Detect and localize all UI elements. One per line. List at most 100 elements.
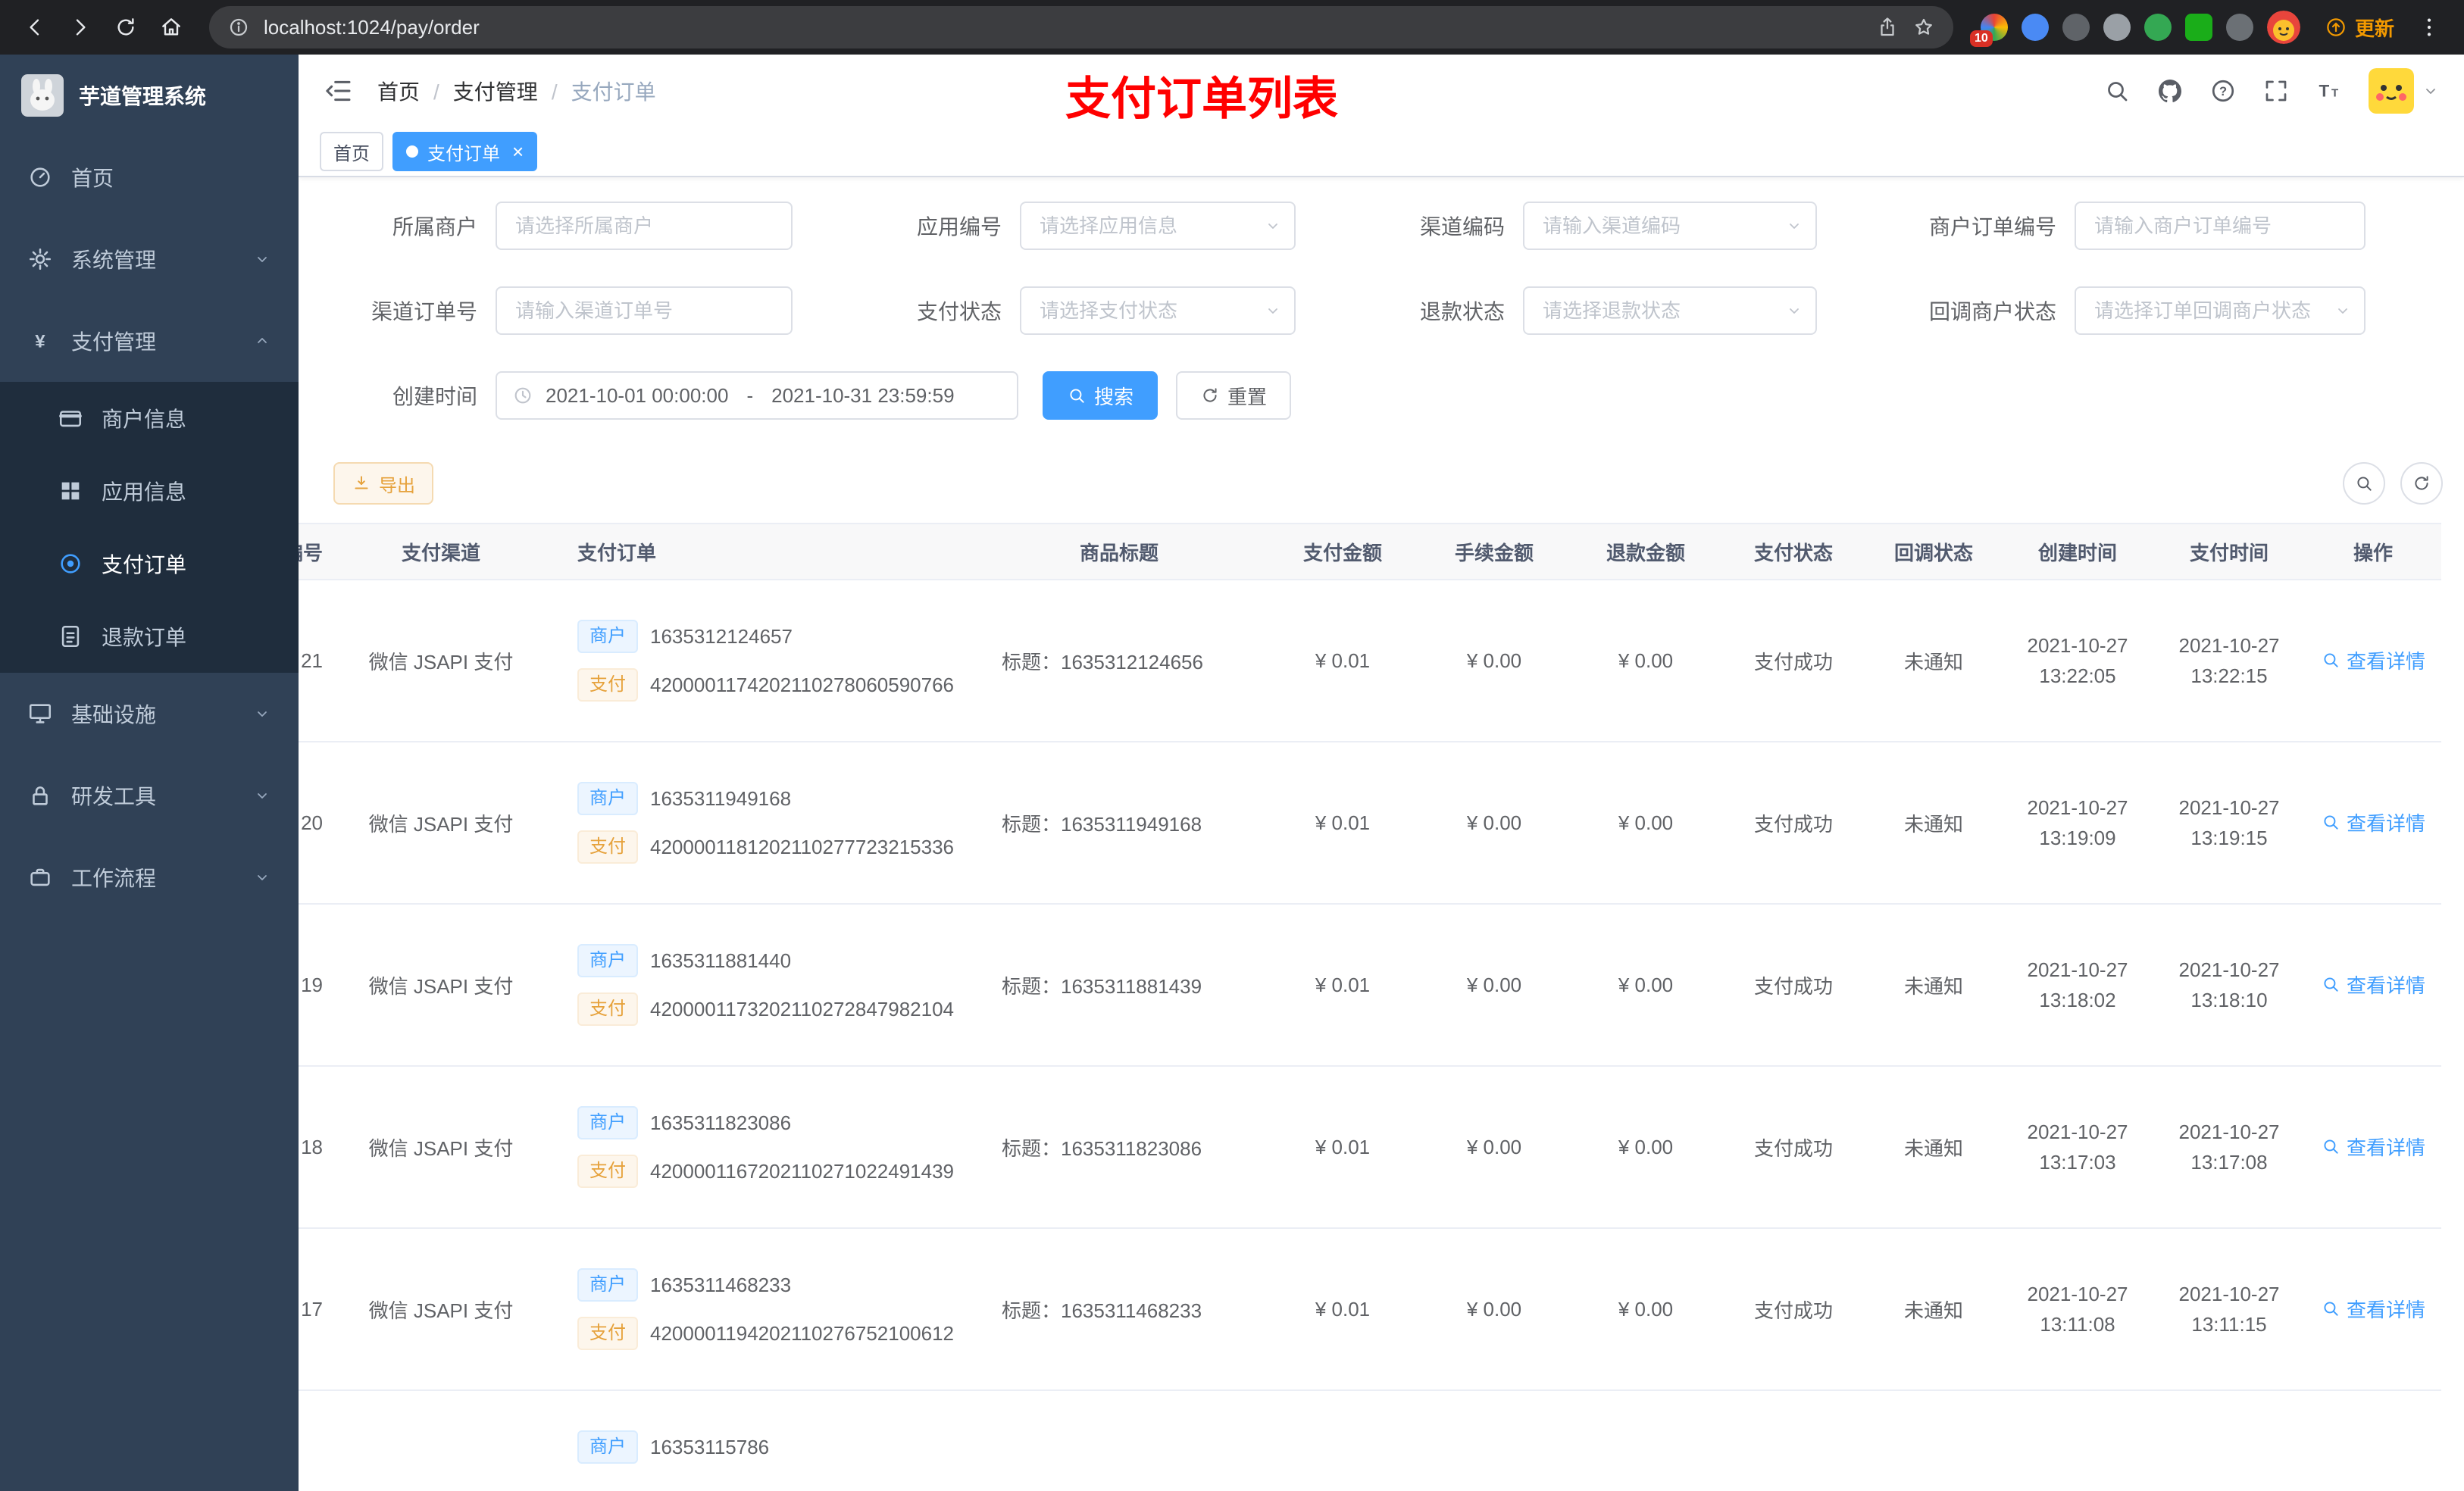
sidebar-item-label: 首页	[71, 167, 114, 190]
cell-refund: ¥ 0.00	[1570, 580, 1721, 742]
cell-id: 21	[299, 580, 350, 742]
pay-order-no: 4200001194202110276752100612	[650, 1321, 955, 1345]
sidebar-subitem-label: 退款订单	[102, 626, 187, 649]
extension-icon[interactable]	[2021, 14, 2049, 41]
refund-status-select[interactable]	[1523, 286, 1817, 335]
extension-icon[interactable]	[2062, 14, 2090, 41]
column-header: 编号	[299, 523, 350, 580]
sidebar-item-label: 系统管理	[71, 248, 157, 272]
chevron-down-icon	[253, 250, 271, 268]
merchant-order-line: 商户 1635311949168	[577, 782, 959, 815]
tab-home[interactable]: 首页	[320, 132, 383, 171]
font-size-icon[interactable]: TT	[2315, 77, 2343, 105]
user-avatar[interactable]	[2369, 68, 2440, 114]
extension-icon[interactable]	[2225, 14, 2253, 41]
view-details-link[interactable]: 查看详情	[2321, 971, 2425, 999]
view-details-link[interactable]: 查看详情	[2321, 808, 2425, 836]
reset-button[interactable]: 重置	[1176, 371, 1292, 420]
profile-avatar[interactable]	[2266, 11, 2300, 44]
search-button[interactable]: 搜索	[1043, 371, 1159, 420]
brief-icon	[27, 864, 53, 890]
browser-menu-icon[interactable]	[2409, 8, 2449, 47]
sidebar-subitem-refund-order[interactable]: 退款订单	[0, 600, 299, 673]
header-actions: ? TT	[2103, 68, 2440, 114]
cell-fee: ¥ 0.00	[1418, 904, 1570, 1067]
view-details-link[interactable]: 查看详情	[2321, 1133, 2425, 1161]
cell-id: 19	[299, 904, 350, 1067]
time-line: 13:17:03	[2039, 1151, 2116, 1174]
cell-amount: ¥ 0.01	[1267, 742, 1418, 905]
sidebar-subitem-app-info[interactable]: 应用信息	[0, 455, 299, 527]
extension-icon[interactable]: 10	[1969, 14, 2008, 47]
sidebar-item-system[interactable]: 系统管理	[0, 218, 299, 300]
channel-code-select[interactable]	[1523, 202, 1817, 250]
sidebar-item-dev-tools[interactable]: 研发工具	[0, 755, 299, 836]
column-header: 支付渠道	[350, 523, 532, 580]
github-icon[interactable]	[2156, 77, 2184, 105]
merchant-input[interactable]	[496, 202, 793, 250]
svg-text:?: ?	[2219, 85, 2227, 98]
cell-pay_time	[2153, 1390, 2305, 1491]
cell-channel: 微信 JSAPI 支付	[350, 1066, 532, 1229]
view-details-link[interactable]: 查看详情	[2321, 1295, 2425, 1323]
date-range-picker[interactable]: 2021-10-01 00:00:00 - 2021-10-31 23:59:5…	[496, 371, 1018, 420]
fullscreen-icon[interactable]	[2262, 77, 2290, 105]
sidebar-item-payment[interactable]: ¥ 支付管理	[0, 300, 299, 382]
cell-action: 查看详情	[2305, 1066, 2441, 1229]
filter-item-merchant: 所属商户	[299, 202, 793, 250]
extension-icon[interactable]	[2184, 14, 2212, 41]
help-icon[interactable]: ?	[2209, 77, 2237, 105]
merchant-order-no-input[interactable]	[2075, 202, 2366, 250]
breadcrumb-item[interactable]: 支付管理	[453, 80, 538, 104]
cell-refund: ¥ 0.00	[1570, 904, 1721, 1067]
cell-order: 商户 1635311823086 支付 42000011672021102710224…	[532, 1066, 971, 1229]
download-icon	[352, 474, 371, 493]
time-line: 2021-10-27	[2178, 958, 2280, 981]
merchant-order-no: 1635312124657	[650, 624, 793, 648]
reload-icon[interactable]	[106, 8, 145, 47]
breadcrumb-item[interactable]: 首页	[377, 80, 420, 104]
sidebar-subitem-merchant-info[interactable]: 商户信息	[0, 382, 299, 455]
date-end: 2021-10-31 23:59:59	[771, 383, 955, 407]
update-icon	[2325, 16, 2347, 39]
tab-close-icon[interactable]: ×	[512, 142, 524, 161]
cell-create_time: 2021-10-27 13:22:05	[2002, 580, 2153, 742]
cell-action: 查看详情	[2305, 1228, 2441, 1391]
forward-icon[interactable]	[61, 8, 100, 47]
sidebar-subitem-pay-order[interactable]: 支付订单	[0, 527, 299, 600]
sidebar-item-workflow[interactable]: 工作流程	[0, 836, 299, 918]
svg-text:T: T	[2319, 82, 2330, 101]
sidebar-item-home[interactable]: 首页	[0, 136, 299, 218]
address-bar[interactable]: localhost:1024/pay/order	[209, 6, 1953, 48]
gear-icon	[27, 246, 53, 272]
view-details-link[interactable]: 查看详情	[2321, 646, 2425, 674]
app-id-select[interactable]	[1020, 202, 1296, 250]
channel-order-no-input[interactable]	[496, 286, 793, 335]
home-icon[interactable]	[152, 8, 191, 47]
cell-amount: ¥ 0.01	[1267, 1228, 1418, 1391]
search-icon[interactable]	[2103, 77, 2131, 105]
logo[interactable]: 芋道管理系统	[0, 55, 299, 136]
callback-status-select[interactable]	[2075, 286, 2366, 335]
share-icon[interactable]	[1876, 16, 1899, 39]
update-button[interactable]: 更新	[2315, 14, 2403, 42]
info-icon[interactable]	[227, 16, 250, 39]
sidebar-item-infrastructure[interactable]: 基础设施	[0, 673, 299, 755]
merchant-order-line: 商户 1635312124657	[577, 620, 959, 653]
cell-notify: 未通知	[1865, 1066, 2002, 1229]
export-button-label: 导出	[379, 475, 415, 496]
extension-icon[interactable]	[2143, 14, 2172, 41]
tags-view-bar: 首页 支付订单 ×	[299, 127, 2464, 177]
refresh-table-button[interactable]	[2400, 462, 2443, 505]
bookmark-icon[interactable]	[1912, 16, 1935, 39]
tab-pay-order[interactable]: 支付订单 ×	[392, 132, 538, 171]
pay-status-select[interactable]	[1020, 286, 1296, 335]
export-button[interactable]: 导出	[333, 462, 433, 505]
magnifier-icon	[2354, 474, 2374, 493]
toggle-search-button[interactable]	[2343, 462, 2385, 505]
back-icon[interactable]	[15, 8, 55, 47]
cell-id: 18	[299, 1066, 350, 1229]
time-line: 13:18:02	[2039, 989, 2116, 1011]
hamburger-icon[interactable]	[323, 76, 353, 106]
extension-icon[interactable]	[2103, 14, 2131, 41]
